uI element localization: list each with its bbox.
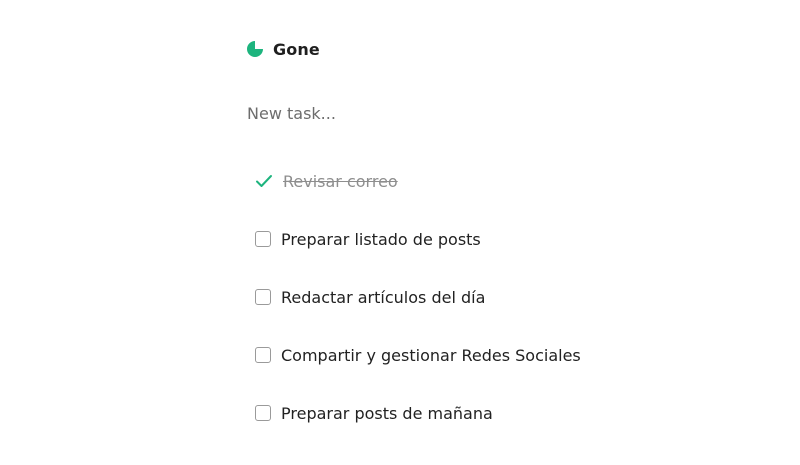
task-item: Preparar listado de posts <box>255 226 581 284</box>
task-row: Preparar listado de posts <box>255 226 481 252</box>
task-checkbox[interactable] <box>255 405 271 421</box>
task-list: Revisar correo Preparar listado de posts… <box>255 168 581 458</box>
task-row: Compartir y gestionar Redes Sociales <box>255 342 581 368</box>
check-icon[interactable] <box>255 173 273 189</box>
task-row: Redactar artículos del día <box>255 284 485 310</box>
task-row: Revisar correo <box>255 168 398 194</box>
app-title: Gone <box>273 39 320 59</box>
task-label: Redactar artículos del día <box>281 287 486 307</box>
task-label: Compartir y gestionar Redes Sociales <box>281 345 581 365</box>
task-checkbox[interactable] <box>255 347 271 363</box>
task-item: Redactar artículos del día <box>255 284 581 342</box>
task-item: Revisar correo <box>255 168 581 226</box>
task-item: Compartir y gestionar Redes Sociales <box>255 342 581 400</box>
task-label: Preparar posts de mañana <box>281 403 493 423</box>
new-task-input[interactable] <box>247 100 577 126</box>
task-checkbox[interactable] <box>255 289 271 305</box>
task-row: Preparar posts de mañana <box>255 400 493 426</box>
task-item: Preparar posts de mañana <box>255 400 581 458</box>
task-label: Preparar listado de posts <box>281 229 481 249</box>
task-label: Revisar correo <box>283 171 398 191</box>
pie-logo-icon <box>247 41 263 57</box>
app-header: Gone <box>246 38 320 60</box>
task-checkbox[interactable] <box>255 231 271 247</box>
